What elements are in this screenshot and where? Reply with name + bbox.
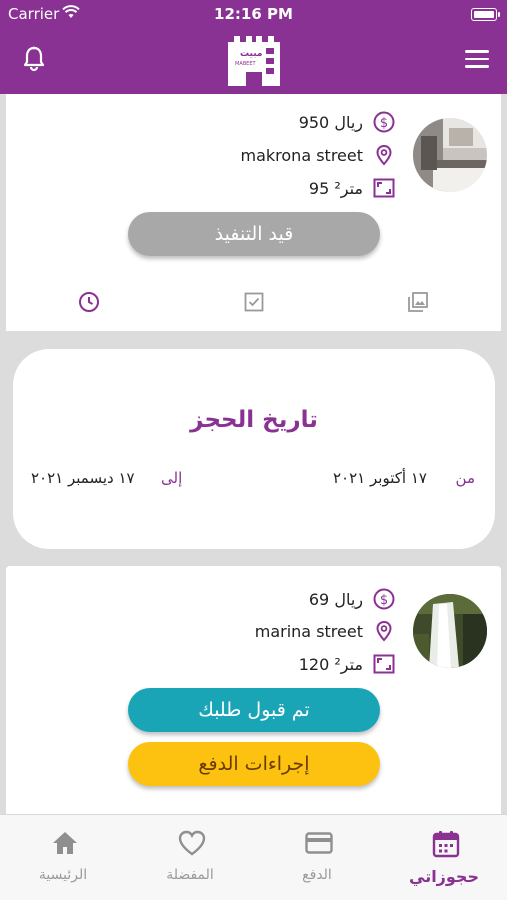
checkbox-icon[interactable] [243, 291, 265, 313]
booking-date-title: تاريخ الحجز [190, 407, 318, 433]
status-button-in-progress[interactable]: قيد التنفيذ [128, 212, 380, 256]
location-row: makrona street [241, 143, 396, 167]
battery-icon [471, 8, 500, 21]
nav-bar: مبيت MABEET [0, 28, 507, 94]
dollar-icon: $ [373, 588, 395, 610]
location-pin-icon [373, 144, 395, 166]
logo-text-en: MABEET [235, 61, 256, 67]
property-photo[interactable] [413, 594, 487, 668]
payment-button[interactable]: إجراءات الدفع [128, 742, 380, 786]
area-text: 120 متر² [298, 654, 363, 674]
price-row: 950 ريال $ [299, 110, 395, 134]
status-bar: Carrier 12:16 PM [0, 0, 507, 28]
tab-payment[interactable]: الدفع [254, 815, 380, 900]
to-date: ١٧ ديسمبر ٢٠٢١ [31, 469, 135, 487]
price-text: 950 ريال [298, 112, 363, 132]
location-text: makrona street [240, 145, 364, 165]
booking-date-card: تاريخ الحجز من ١٧ أكتوبر ٢٠٢١ إلى ١٧ ديس… [13, 349, 495, 549]
area-text: 95 متر² [308, 178, 363, 198]
booking-card[interactable]: 950 ريال $ makrona street 95 متر² قيد ال… [6, 94, 501, 331]
dollar-icon: $ [373, 111, 395, 133]
bell-icon[interactable] [23, 46, 45, 76]
app-logo: مبيت MABEET [226, 34, 282, 88]
tab-favorites-label: المفضلة [166, 867, 214, 883]
property-photo[interactable] [413, 118, 487, 192]
from-label: من [455, 469, 475, 487]
heart-icon [177, 829, 207, 857]
hamburger-menu-icon[interactable] [465, 50, 489, 68]
location-row: marina street [255, 619, 395, 643]
area-row: 120 متر² [299, 652, 395, 676]
gallery-icon[interactable] [407, 291, 429, 313]
status-button-accepted[interactable]: تم قبول طلبك [128, 688, 380, 732]
tab-home[interactable]: الرئيسية [0, 815, 126, 900]
home-icon [50, 829, 80, 857]
svg-text:$: $ [380, 116, 388, 131]
credit-card-icon [304, 829, 334, 857]
booking-card[interactable]: 69 ريال $ marina street 120 متر² تم قبول… [6, 566, 501, 814]
clock-icon[interactable] [78, 291, 100, 313]
tab-favorites[interactable]: المفضلة [127, 815, 253, 900]
tab-my-bookings-label: حجوزاتي [409, 867, 479, 886]
price-row: 69 ريال $ [309, 587, 395, 611]
location-text: marina street [254, 621, 363, 641]
tab-my-bookings[interactable]: حجوزاتي [381, 815, 507, 900]
calendar-icon [431, 829, 461, 858]
location-pin-icon [373, 620, 395, 642]
area-size-icon [373, 653, 395, 675]
price-text: 69 ريال [308, 589, 363, 609]
area-size-icon [373, 177, 395, 199]
area-row: 95 متر² [309, 176, 395, 200]
svg-text:$: $ [380, 593, 388, 608]
clock-time: 12:16 PM [214, 5, 293, 23]
logo-text-ar: مبيت [240, 49, 262, 59]
to-label: إلى [161, 469, 183, 487]
from-date: ١٧ أكتوبر ٢٠٢١ [333, 469, 427, 487]
bottom-tab-bar: الرئيسية المفضلة الدفع حجوزاتي [0, 814, 507, 900]
tab-home-label: الرئيسية [38, 867, 88, 883]
tab-payment-label: الدفع [302, 867, 332, 883]
